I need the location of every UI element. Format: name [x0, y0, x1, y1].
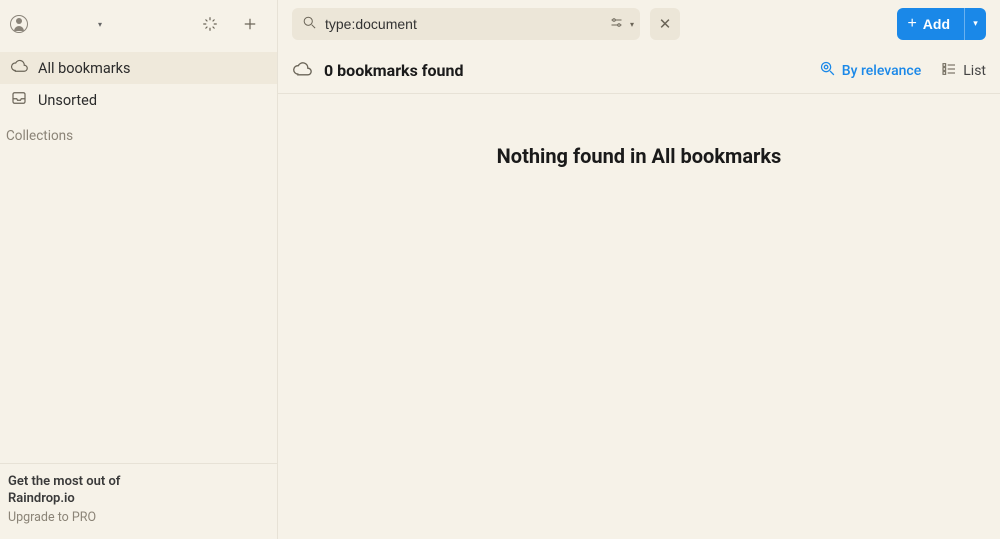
list-icon [941, 61, 957, 81]
search-caret[interactable]: ▾ [630, 20, 634, 29]
main: ▾ ✕ + Add ▾ 0 bookmarks found By relevan… [278, 0, 1000, 539]
sidebar-nav: All bookmarks Unsorted [0, 48, 277, 116]
add-button-caret[interactable]: ▾ [964, 8, 986, 40]
sidebar: ▾ All bookmarks Unsorted Collections [0, 0, 278, 539]
sidebar-item-unsorted[interactable]: Unsorted [0, 84, 277, 116]
relevance-icon [819, 60, 836, 81]
sidebar-item-all-bookmarks[interactable]: All bookmarks [0, 52, 277, 84]
plus-icon[interactable] [241, 15, 259, 33]
sidebar-top: ▾ [0, 0, 277, 48]
add-button-group: + Add ▾ [897, 8, 986, 40]
search-box[interactable]: ▾ [292, 8, 640, 40]
cloud-icon [292, 59, 312, 83]
sparkle-icon[interactable] [201, 15, 219, 33]
search-icon [302, 15, 317, 34]
add-button-label: Add [923, 16, 950, 32]
topbar: ▾ ✕ + Add ▾ [278, 0, 1000, 48]
collections-label: Collections [6, 128, 73, 144]
view-button[interactable]: List [941, 61, 986, 81]
filter-icon[interactable] [609, 15, 624, 34]
cloud-icon [10, 57, 28, 79]
search-input[interactable] [325, 16, 601, 32]
sidebar-item-label: All bookmarks [38, 60, 131, 77]
subbar: 0 bookmarks found By relevance List [278, 48, 1000, 94]
sort-label: By relevance [842, 63, 921, 79]
add-button[interactable]: + Add [897, 8, 964, 40]
promo-title: Get the most out of Raindrop.io [8, 474, 269, 508]
collections-header[interactable]: Collections [0, 116, 277, 144]
account-menu-caret[interactable]: ▾ [98, 20, 102, 29]
avatar[interactable] [10, 15, 28, 33]
sidebar-item-label: Unsorted [38, 92, 97, 109]
close-icon: ✕ [659, 15, 672, 33]
inbox-icon [10, 89, 28, 111]
view-label: List [963, 63, 986, 79]
clear-search-button[interactable]: ✕ [650, 8, 680, 40]
upgrade-promo[interactable]: Get the most out of Raindrop.io Upgrade … [0, 463, 277, 539]
promo-subtitle: Upgrade to PRO [8, 510, 269, 525]
empty-state: Nothing found in All bookmarks [278, 94, 1000, 539]
results-count: 0 bookmarks found [324, 61, 463, 80]
plus-icon: + [907, 15, 916, 33]
sort-button[interactable]: By relevance [819, 60, 921, 81]
empty-message: Nothing found in All bookmarks [497, 144, 782, 168]
